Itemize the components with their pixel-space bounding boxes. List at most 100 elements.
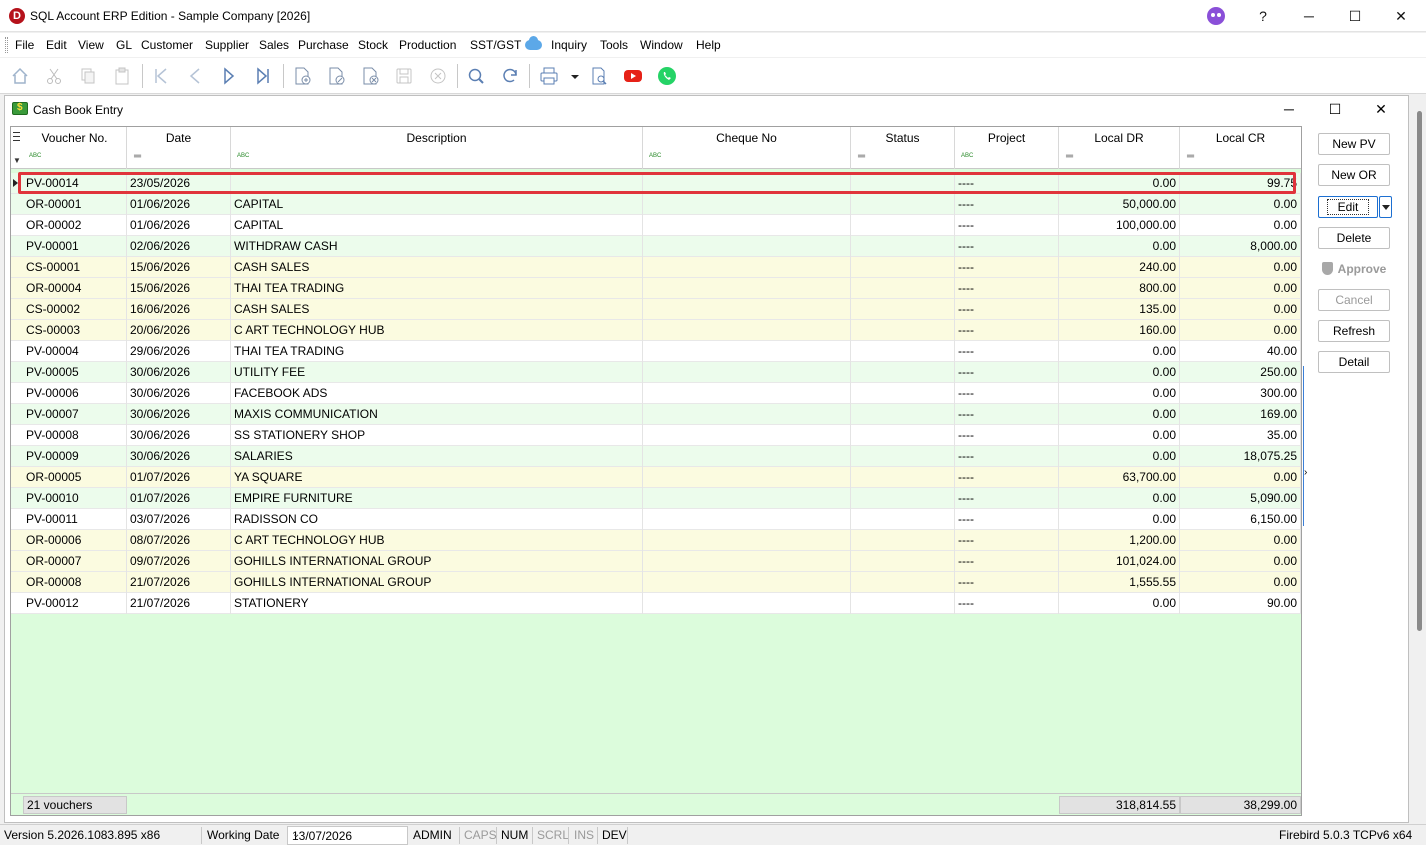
cell-local-dr[interactable]: 1,555.55 [1059,572,1180,593]
cell-cheque-no[interactable] [643,551,851,572]
cell-description[interactable]: CAPITAL [231,194,643,215]
cell-status[interactable] [851,278,955,299]
whatsapp-icon[interactable] [657,66,677,86]
home-icon[interactable] [10,66,30,86]
mascot-icon[interactable] [1207,7,1225,25]
menu-window[interactable]: Window [640,38,683,52]
cell-project[interactable]: ---- [955,425,1059,446]
menu-inquiry[interactable]: Inquiry [551,38,587,52]
cut-icon[interactable] [44,66,64,86]
table-row[interactable]: CS-00003 20/06/2026 C ART TECHNOLOGY HUB --… [11,320,1301,341]
menu-sales[interactable]: Sales [259,38,289,52]
cell-voucher-no[interactable]: PV-00009 [23,446,127,467]
cell-project[interactable]: ---- [955,215,1059,236]
cell-description[interactable]: YA SQUARE [231,467,643,488]
cell-voucher-no[interactable]: PV-00001 [23,236,127,257]
scrollbar-thumb[interactable] [1417,111,1422,631]
cell-local-dr[interactable]: 0.00 [1059,488,1180,509]
cell-project[interactable]: ---- [955,299,1059,320]
table-row[interactable]: PV-00011 03/07/2026 RADISSON CO ---- 0.00 6,1… [11,509,1301,530]
cell-voucher-no[interactable]: PV-00010 [23,488,127,509]
cell-status[interactable] [851,509,955,530]
cell-cheque-no[interactable] [643,404,851,425]
cell-voucher-no[interactable]: CS-00002 [23,299,127,320]
menu-production[interactable]: Production [399,38,456,52]
cell-description[interactable]: WITHDRAW CASH [231,236,643,257]
cell-status[interactable] [851,320,955,341]
cell-local-cr[interactable]: 35.00 [1180,425,1301,446]
table-row[interactable]: PV-00012 21/07/2026 STATIONERY ---- 0.00 90.0… [11,593,1301,614]
cell-local-cr[interactable]: 40.00 [1180,341,1301,362]
cancel-icon[interactable] [428,66,448,86]
column-header-date[interactable]: Date ═ [127,127,231,169]
print-icon[interactable] [539,66,559,86]
cell-status[interactable] [851,467,955,488]
table-row[interactable]: OR-00001 01/06/2026 CAPITAL ---- 50,000.00 0.… [11,194,1301,215]
cell-cheque-no[interactable] [643,278,851,299]
cell-date[interactable]: 16/06/2026 [127,299,231,320]
youtube-icon[interactable] [623,66,643,86]
refresh-button[interactable]: Refresh [1318,320,1390,342]
cell-project[interactable]: ---- [955,341,1059,362]
new-document-icon[interactable] [292,66,312,86]
cell-local-dr[interactable]: 240.00 [1059,257,1180,278]
cell-cheque-no[interactable] [643,362,851,383]
cell-project[interactable]: ---- [955,173,1059,194]
cell-description[interactable]: EMPIRE FURNITURE [231,488,643,509]
cell-local-dr[interactable]: 0.00 [1059,362,1180,383]
cell-date[interactable]: 09/07/2026 [127,551,231,572]
cell-description[interactable]: CASH SALES [231,299,643,320]
filter-funnel-icon[interactable]: ▼ [13,156,21,165]
cell-cheque-no[interactable] [643,467,851,488]
cell-voucher-no[interactable]: OR-00008 [23,572,127,593]
cell-status[interactable] [851,173,955,194]
column-header-status[interactable]: Status ═ [851,127,955,169]
cell-description[interactable]: THAI TEA TRADING [231,341,643,362]
menu-tools[interactable]: Tools [600,38,628,52]
column-header-local-dr[interactable]: Local DR ═ [1059,127,1180,169]
table-row[interactable]: PV-00008 30/06/2026 SS STATIONERY SHOP ----… [11,425,1301,446]
cell-local-dr[interactable]: 0.00 [1059,509,1180,530]
cell-project[interactable]: ---- [955,404,1059,425]
table-row[interactable]: OR-00004 15/06/2026 THAI TEA TRADING ---- 80… [11,278,1301,299]
cell-local-cr[interactable]: 0.00 [1180,320,1301,341]
column-chooser[interactable]: ▼ [11,127,23,169]
table-row[interactable]: PV-00010 01/07/2026 EMPIRE FURNITURE ---- 0.… [11,488,1301,509]
menu-sst-gst[interactable]: SST/GST [470,38,521,52]
cell-cheque-no[interactable] [643,320,851,341]
cell-project[interactable]: ---- [955,572,1059,593]
cell-status[interactable] [851,593,955,614]
new-or-button[interactable]: New OR [1318,164,1390,186]
cell-local-cr[interactable]: 0.00 [1180,299,1301,320]
cell-date[interactable]: 30/06/2026 [127,362,231,383]
cell-local-dr[interactable]: 0.00 [1059,404,1180,425]
table-row[interactable]: OR-00008 21/07/2026 GOHILLS INTERNATIONAL … [11,572,1301,593]
cell-status[interactable] [851,362,955,383]
cell-description[interactable]: C ART TECHNOLOGY HUB [231,320,643,341]
menu-customer[interactable]: Customer [141,38,193,52]
column-header-voucher-no[interactable]: Voucher No. ABC [23,127,127,169]
table-row[interactable]: PV-00007 30/06/2026 MAXIS COMMUNICATION ---… [11,404,1301,425]
cell-date[interactable]: 15/06/2026 [127,278,231,299]
cell-local-dr[interactable]: 135.00 [1059,299,1180,320]
cell-status[interactable] [851,341,955,362]
menu-edit[interactable]: Edit [46,38,67,52]
approve-button[interactable]: Approve [1318,258,1390,280]
edit-dropdown-button[interactable] [1379,196,1392,218]
child-maximize-button[interactable]: ☐ [1312,96,1358,123]
cell-local-cr[interactable]: 0.00 [1180,278,1301,299]
cell-local-dr[interactable]: 1,200.00 [1059,530,1180,551]
equal-filter-icon[interactable]: ═ [858,151,865,162]
cell-date[interactable]: 02/06/2026 [127,236,231,257]
table-row[interactable]: PV-00004 29/06/2026 THAI TEA TRADING ---- 0.… [11,341,1301,362]
cell-status[interactable] [851,530,955,551]
cell-description[interactable]: SALARIES [231,446,643,467]
cell-local-cr[interactable]: 169.00 [1180,404,1301,425]
refresh-icon[interactable] [500,66,520,86]
cell-local-dr[interactable]: 63,700.00 [1059,467,1180,488]
menu-supplier[interactable]: Supplier [205,38,249,52]
cell-description[interactable]: STATIONERY [231,593,643,614]
cell-date[interactable]: 29/06/2026 [127,341,231,362]
next-record-icon[interactable] [219,66,239,86]
menu-gl[interactable]: GL [116,38,132,52]
